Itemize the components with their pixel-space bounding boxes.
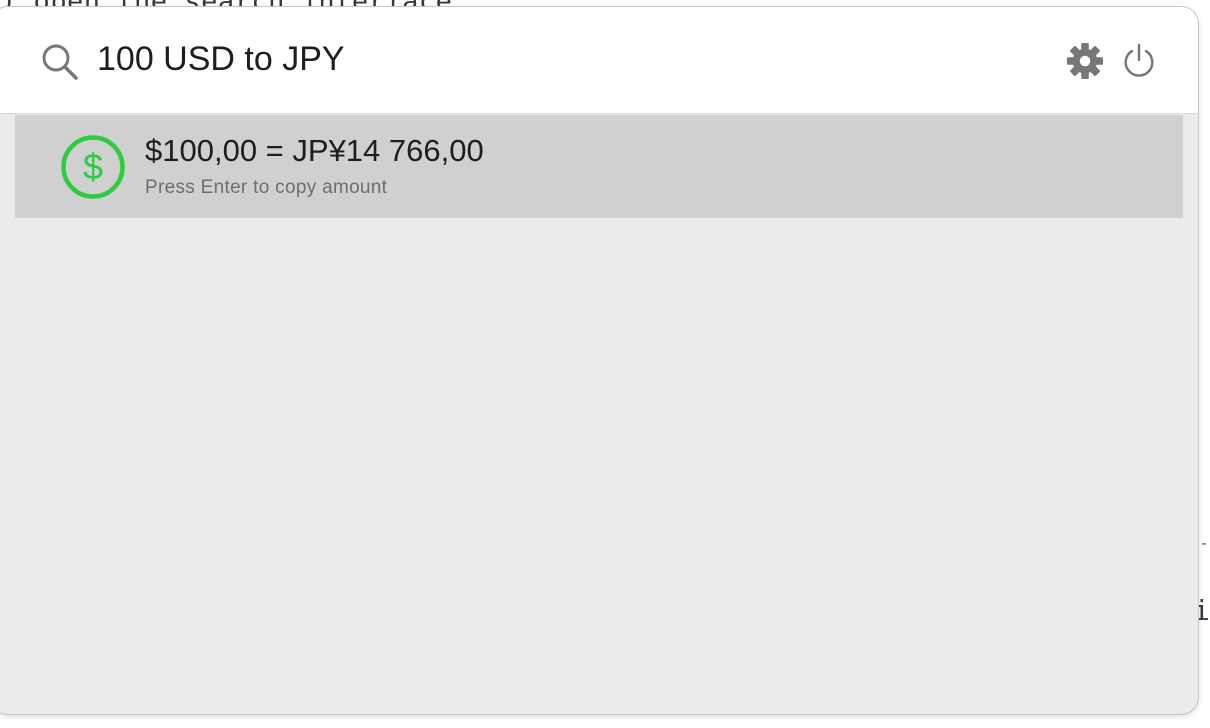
search-input[interactable] — [97, 33, 997, 85]
search-bar — [0, 7, 1198, 114]
result-subtitle: Press Enter to copy amount — [145, 177, 388, 198]
dollar-circle-icon: $ — [61, 135, 125, 199]
gear-icon[interactable] — [1066, 42, 1104, 80]
background-glyph: - — [1199, 536, 1208, 552]
launcher-window: $ $100,00 = JP¥14 766,00 Press Enter to … — [0, 6, 1199, 715]
result-item[interactable]: $ $100,00 = JP¥14 766,00 Press Enter to … — [15, 115, 1183, 218]
result-title: $100,00 = JP¥14 766,00 — [145, 133, 484, 168]
power-icon[interactable] — [1120, 42, 1158, 80]
search-icon — [42, 44, 78, 80]
svg-text:$: $ — [83, 146, 103, 187]
